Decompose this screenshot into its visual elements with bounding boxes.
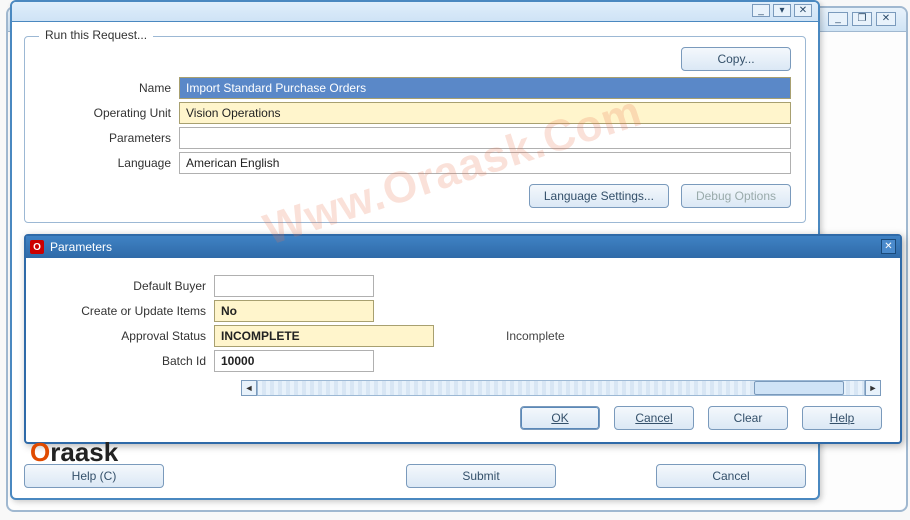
submit-button[interactable]: Submit — [406, 464, 556, 488]
bg-minimize-button[interactable]: _ — [828, 12, 848, 26]
copy-button[interactable]: Copy... — [681, 47, 791, 71]
req-minimize-button[interactable]: _ — [752, 4, 770, 17]
approval-status-input[interactable] — [214, 325, 434, 347]
ok-button[interactable]: OK — [520, 406, 600, 430]
operating-unit-label: Operating Unit — [39, 106, 179, 120]
parameters-titlebar[interactable]: O Parameters ✕ — [26, 236, 900, 258]
create-update-input[interactable] — [214, 300, 374, 322]
req-close-button[interactable]: ✕ — [794, 4, 812, 17]
cancel-button[interactable]: Cancel — [656, 464, 806, 488]
parameters-dialog: O Parameters ✕ Www.Oraask.Com Default Bu… — [24, 234, 902, 444]
parameters-label: Parameters — [39, 131, 179, 145]
operating-unit-input[interactable] — [179, 102, 791, 124]
language-input[interactable] — [179, 152, 791, 174]
bg-restore-button[interactable]: ❐ — [852, 12, 872, 26]
name-label: Name — [39, 81, 179, 95]
run-request-bottom-bar: Help (C) Submit Cancel — [24, 464, 806, 488]
param-cancel-button[interactable]: Cancel — [614, 406, 694, 430]
language-label: Language — [39, 156, 179, 170]
oracle-logo-icon: O — [30, 240, 44, 254]
scroll-left-icon[interactable]: ◄ — [241, 380, 257, 396]
debug-options-button[interactable]: Debug Options — [681, 184, 791, 208]
create-update-label: Create or Update Items — [44, 304, 214, 318]
parameters-close-button[interactable]: ✕ — [881, 239, 896, 254]
language-settings-button[interactable]: Language Settings... — [529, 184, 669, 208]
approval-status-text: Incomplete — [506, 329, 565, 343]
default-buyer-label: Default Buyer — [44, 279, 214, 293]
name-input[interactable] — [179, 77, 791, 99]
parameters-input[interactable] — [179, 127, 791, 149]
run-request-group: Run this Request... Copy... Name Operati… — [24, 36, 806, 223]
scroll-thumb[interactable] — [754, 381, 844, 395]
scroll-track[interactable] — [257, 380, 865, 396]
approval-status-label: Approval Status — [44, 329, 214, 343]
run-request-titlebar: _ ▾ ✕ — [12, 2, 818, 22]
scroll-right-icon[interactable]: ► — [865, 380, 881, 396]
req-restore-button[interactable]: ▾ — [773, 4, 791, 17]
param-horizontal-scrollbar[interactable]: ◄ ► — [241, 380, 881, 396]
param-help-button[interactable]: Help — [802, 406, 882, 430]
bg-close-button[interactable]: ✕ — [876, 12, 896, 26]
batch-id-input[interactable] — [214, 350, 374, 372]
parameters-title-text: Parameters — [50, 240, 112, 254]
group-title: Run this Request... — [39, 28, 153, 42]
batch-id-label: Batch Id — [44, 354, 214, 368]
default-buyer-input[interactable] — [214, 275, 374, 297]
brand-text: Oraask — [30, 437, 118, 468]
clear-button[interactable]: Clear — [708, 406, 788, 430]
